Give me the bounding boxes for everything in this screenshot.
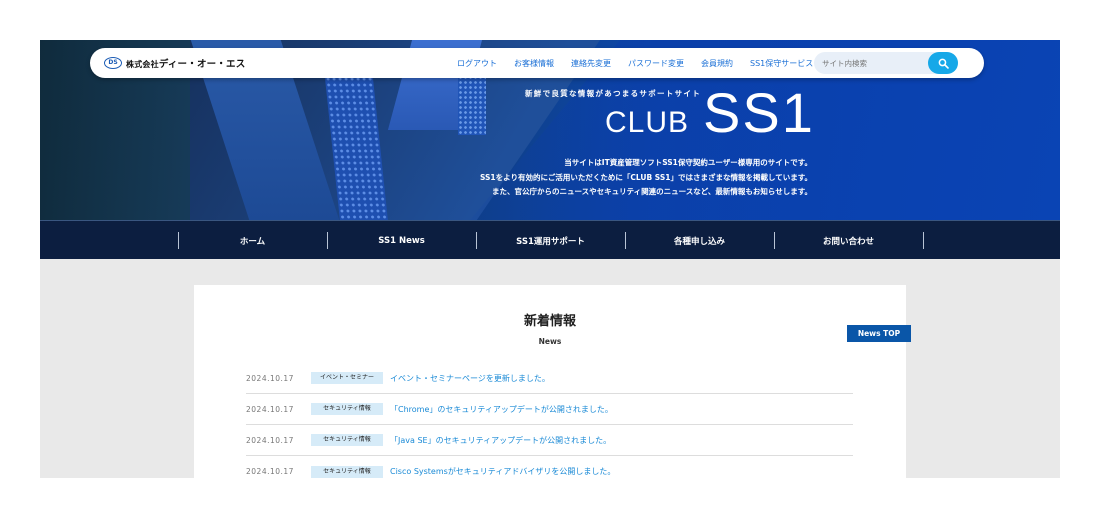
search-icon xyxy=(938,58,949,69)
news-item: 2024.10.17 イベント・セミナー イベント・セミナーページを更新しました… xyxy=(246,363,853,394)
news-top-button[interactable]: News TOP xyxy=(847,325,911,342)
nav-customer-info-link[interactable]: お客様情報 xyxy=(514,58,554,69)
news-category-badge: セキュリティ情報 xyxy=(311,403,383,415)
main-nav-ss1-support[interactable]: SS1運用サポート xyxy=(476,221,625,260)
nav-contact-change-link[interactable]: 連絡先変更 xyxy=(571,58,611,69)
search-box xyxy=(814,52,958,74)
hero-description: 当サイトはIT資産管理ソフトSS1保守契約ユーザー様専用のサイトです。 SS1を… xyxy=(480,156,812,200)
search-button[interactable] xyxy=(928,52,958,74)
news-date: 2024.10.17 xyxy=(246,435,294,445)
top-navbar: DS 株式会社ディー・オー・エス ログアウト お客様情報 連絡先変更 パスワード… xyxy=(90,48,984,78)
news-link[interactable]: 「Chrome」のセキュリティアップデートが公開されました。 xyxy=(390,404,613,415)
news-link[interactable]: 「Java SE」のセキュリティアップデートが公開されました。 xyxy=(390,435,611,446)
news-item: 2024.10.17 セキュリティ情報 「Chrome」のセキュリティアップデー… xyxy=(246,394,853,425)
search-input[interactable] xyxy=(822,55,922,71)
brand-ss1: SS1 xyxy=(703,81,815,144)
news-card: 新着情報 News 2024.10.17 イベント・セミナー イベント・セミナー… xyxy=(194,285,906,478)
description-line: 当サイトはIT資産管理ソフトSS1保守契約ユーザー様専用のサイトです。 xyxy=(564,158,812,167)
hero-brand: CLUB SS1 xyxy=(605,80,815,145)
news-category-badge: イベント・セミナー xyxy=(311,372,383,384)
news-link[interactable]: イベント・セミナーページを更新しました。 xyxy=(390,373,550,384)
main-nav-ss1-news[interactable]: SS1 News xyxy=(327,221,476,260)
news-link[interactable]: Cisco Systemsがセキュリティアドバイザリを公開しました。 xyxy=(390,466,615,477)
main-nav-contact[interactable]: お問い合わせ xyxy=(774,221,924,260)
nav-password-change-link[interactable]: パスワード変更 xyxy=(628,58,684,69)
description-line: SS1をより有効的にご活用いただくために「CLUB SS1」ではさまざまな情報を… xyxy=(479,172,812,182)
main-nav-home[interactable]: ホーム xyxy=(178,221,327,260)
news-category-badge: セキュリティ情報 xyxy=(311,465,383,478)
news-date: 2024.10.17 xyxy=(246,373,294,383)
description-line: また、官公庁からのニュースやセキュリティ関連のニュースなど、最新情報もお知らせし… xyxy=(491,187,812,196)
nav-logout-link[interactable]: ログアウト xyxy=(457,58,497,69)
hero-banner: DS 株式会社ディー・オー・エス ログアウト お客様情報 連絡先変更 パスワード… xyxy=(40,40,1060,220)
news-title: 新着情報 xyxy=(523,314,576,329)
page: DS 株式会社ディー・オー・エス ログアウト お客様情報 連絡先変更 パスワード… xyxy=(40,40,1060,478)
news-subtitle: News xyxy=(538,337,562,346)
news-item: 2024.10.17 セキュリティ情報 「Java SE」のセキュリティアップデ… xyxy=(246,425,853,456)
news-category-badge: セキュリティ情報 xyxy=(311,434,383,446)
brand-club: CLUB xyxy=(605,106,690,139)
logo-name: ディー・オー・エス xyxy=(158,59,246,70)
company-logo[interactable]: DS 株式会社ディー・オー・エス xyxy=(104,56,245,70)
news-item: 2024.10.17 セキュリティ情報 Cisco Systemsがセキュリティ… xyxy=(246,456,853,478)
main-nav: ホーム SS1 News SS1運用サポート 各種申し込み お問い合わせ xyxy=(40,220,1060,259)
nav-ss1-service-link[interactable]: SS1保守サービス xyxy=(750,58,813,69)
news-date: 2024.10.17 xyxy=(246,404,294,414)
nav-terms-link[interactable]: 会員規約 xyxy=(701,58,733,69)
news-date: 2024.10.17 xyxy=(246,467,294,476)
logo-mark: DS xyxy=(104,57,122,69)
top-nav: ログアウト お客様情報 連絡先変更 パスワード変更 会員規約 SS1保守サービス xyxy=(457,48,830,78)
logo-prefix: 株式会社 xyxy=(126,60,159,69)
news-list: 2024.10.17 イベント・セミナー イベント・セミナーページを更新しました… xyxy=(246,363,853,478)
main-nav-applications[interactable]: 各種申し込み xyxy=(625,221,774,260)
